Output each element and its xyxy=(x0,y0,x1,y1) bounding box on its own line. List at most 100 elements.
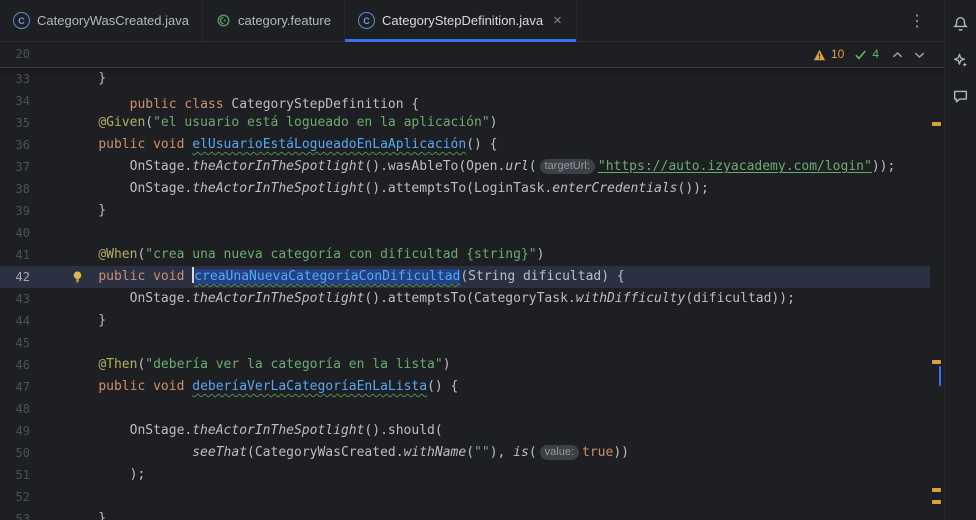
code-line[interactable]: 52 xyxy=(0,486,930,508)
code-lines: 33 }3435 @Given("el usuario está loguead… xyxy=(0,68,930,520)
error-stripe-mark[interactable] xyxy=(932,488,941,492)
inspections-widget[interactable]: 10 4 xyxy=(813,42,928,67)
code-token: ().should( xyxy=(364,423,442,438)
line-number: 39 xyxy=(0,200,30,222)
error-stripe-mark[interactable] xyxy=(939,366,941,386)
tab-options-kebab-icon[interactable]: ⋮ xyxy=(903,9,932,33)
code-token: OnStage. xyxy=(67,423,192,438)
error-stripe-mark[interactable] xyxy=(932,500,941,504)
tab-categorystepdefinition-java[interactable]: C CategoryStepDefinition.java × xyxy=(345,0,577,41)
code-token: ().attemptsTo(CategoryTask. xyxy=(364,291,575,306)
chat-bubble-icon[interactable] xyxy=(946,78,976,114)
cucumber-icon xyxy=(216,13,231,28)
code-token: @Then xyxy=(98,357,137,372)
code-token: theActorInTheSpotlight xyxy=(192,159,364,174)
intention-bulb-icon[interactable] xyxy=(71,270,85,284)
line-number: 34 xyxy=(0,90,30,112)
code-token: OnStage. xyxy=(67,181,192,196)
code-token: (String dificultad) { xyxy=(460,269,624,284)
code-line[interactable]: 44 } xyxy=(0,310,930,332)
code-token xyxy=(67,247,98,262)
code-token: withName xyxy=(404,445,467,460)
code-token: void xyxy=(153,269,192,284)
code-line[interactable]: 41 @When("crea una nueva categoría con d… xyxy=(0,244,930,266)
code-token: void xyxy=(153,379,192,394)
ai-assistant-icon[interactable] xyxy=(946,42,976,78)
code-line-current[interactable]: 42 public void creaUnaNuevaCategoríaConD… xyxy=(0,266,930,288)
tab-categorywascreated-java[interactable]: C CategoryWasCreated.java xyxy=(0,0,203,41)
code-token: ().attemptsTo(LoginTask. xyxy=(364,181,552,196)
code-token: theActorInTheSpotlight xyxy=(192,181,364,196)
tab-label: CategoryStepDefinition.java xyxy=(382,13,543,28)
code-token: { xyxy=(411,97,419,112)
java-class-icon: C xyxy=(13,12,30,29)
code-token: "debería ver la categoría en la lista" xyxy=(145,357,442,372)
code-line[interactable]: 39 } xyxy=(0,200,930,222)
previous-problem-chevron-up-icon[interactable] xyxy=(889,51,906,59)
warning-count: 10 xyxy=(831,42,844,67)
code-line[interactable]: 38 OnStage.theActorInTheSpotlight().atte… xyxy=(0,178,930,200)
code-line[interactable]: 47 public void deberíaVerLaCategoríaEnLa… xyxy=(0,376,930,398)
code-token: elUsuarioEstáLogueadoEnLaAplicación xyxy=(192,137,466,152)
code-token: ( xyxy=(145,115,153,130)
code-token: } xyxy=(67,203,106,218)
line-number: 33 xyxy=(0,68,30,90)
line-number: 45 xyxy=(0,332,30,354)
line-number: 38 xyxy=(0,178,30,200)
line-number: 46 xyxy=(0,354,30,376)
code-token: theActorInTheSpotlight xyxy=(192,291,364,306)
code-line[interactable]: 49 OnStage.theActorInTheSpotlight().shou… xyxy=(0,420,930,442)
error-stripe[interactable] xyxy=(930,42,944,520)
code-token: )); xyxy=(872,159,895,174)
code-line[interactable]: 46 @Then("debería ver la categoría en la… xyxy=(0,354,930,376)
tab-category-feature[interactable]: category.feature xyxy=(203,0,345,41)
code-line[interactable]: 40 xyxy=(0,222,930,244)
right-tool-stripe xyxy=(944,0,976,520)
code-line[interactable]: 36 public void elUsuarioEstáLogueadoEnLa… xyxy=(0,134,930,156)
code-token: } xyxy=(67,511,106,520)
line-number: 51 xyxy=(0,464,30,486)
selected-text: creaUnaNuevaCategoríaConDificultad xyxy=(194,269,460,284)
check-icon xyxy=(854,49,867,60)
code-token: withDifficulty xyxy=(576,291,686,306)
code-line[interactable]: 50 seeThat(CategoryWasCreated.withName("… xyxy=(0,442,930,464)
code-token: )) xyxy=(613,445,629,460)
code-token: seeThat xyxy=(192,445,247,460)
code-token: deberíaVerLaCategoríaEnLaLista xyxy=(192,379,427,394)
line-number: 35 xyxy=(0,112,30,134)
code-token: OnStage. xyxy=(67,291,192,306)
sticky-header-line[interactable]: 20 public class CategoryStepDefinition {… xyxy=(0,42,944,68)
passed-count: 4 xyxy=(872,42,879,67)
line-number: 37 xyxy=(0,156,30,178)
code-token: theActorInTheSpotlight xyxy=(192,423,364,438)
close-tab-icon[interactable]: × xyxy=(552,13,563,28)
code-line[interactable]: 51 ); xyxy=(0,464,930,486)
inlay-hint: value: xyxy=(540,445,579,460)
code-token: ) xyxy=(443,357,451,372)
code-token: public xyxy=(98,379,153,394)
line-number: 41 xyxy=(0,244,30,266)
java-class-icon: C xyxy=(358,12,375,29)
code-token: public xyxy=(98,269,153,284)
code-token: @When xyxy=(98,247,137,262)
error-stripe-mark[interactable] xyxy=(932,360,941,364)
next-problem-chevron-down-icon[interactable] xyxy=(911,51,928,59)
code-line[interactable]: 43 OnStage.theActorInTheSpotlight().atte… xyxy=(0,288,930,310)
line-number: 40 xyxy=(0,222,30,244)
code-token: () { xyxy=(427,379,458,394)
code-line[interactable]: 48 xyxy=(0,398,930,420)
editor-pane: C CategoryWasCreated.java category.featu… xyxy=(0,0,944,520)
code-token xyxy=(67,357,98,372)
code-line[interactable]: 33 } xyxy=(0,68,930,90)
code-line[interactable]: 53 } xyxy=(0,508,930,520)
code-editor[interactable]: 20 public class CategoryStepDefinition {… xyxy=(0,42,944,520)
code-line[interactable]: 45 xyxy=(0,332,930,354)
code-line[interactable]: 37 OnStage.theActorInTheSpotlight().wasA… xyxy=(0,156,930,178)
code-token xyxy=(67,445,192,460)
notifications-bell-icon[interactable] xyxy=(946,6,976,42)
line-number: 20 xyxy=(0,42,30,67)
code-token: ), xyxy=(490,445,513,460)
code-token xyxy=(67,379,98,394)
error-stripe-mark[interactable] xyxy=(932,122,941,126)
code-token: ) xyxy=(537,247,545,262)
